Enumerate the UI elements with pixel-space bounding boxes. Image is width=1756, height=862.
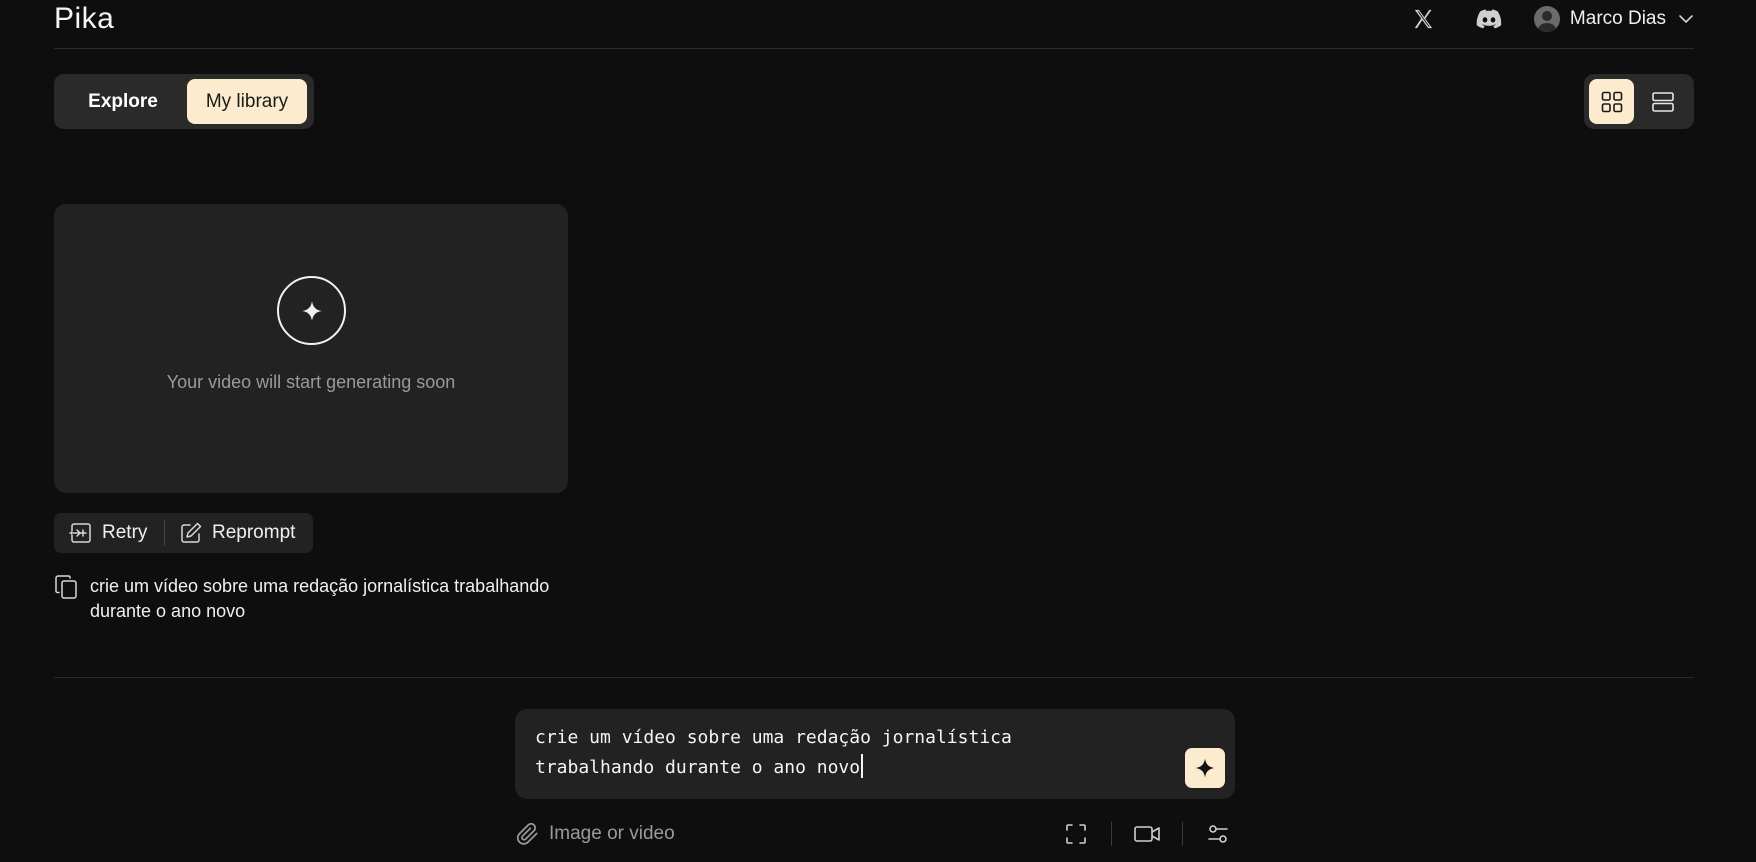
attach-media-label: Image or video — [549, 823, 675, 844]
section-divider — [54, 677, 1694, 678]
tool-separator — [1182, 822, 1183, 846]
settings-button[interactable] — [1201, 818, 1235, 850]
tool-separator — [1111, 822, 1112, 846]
top-header: Pika Marco Dias — [54, 0, 1694, 49]
card-actions: Retry Reprompt — [54, 513, 313, 553]
list-view-icon — [1651, 91, 1674, 112]
retry-icon — [69, 523, 91, 543]
tab-explore[interactable]: Explore — [59, 79, 187, 124]
retry-label: Retry — [102, 522, 148, 543]
prompt-row: crie um vídeo sobre uma redação jornalís… — [54, 574, 574, 624]
list-view-button[interactable] — [1640, 79, 1685, 124]
avatar — [1533, 6, 1560, 32]
chevron-down-icon — [1679, 15, 1693, 23]
prompt-text: crie um vídeo sobre uma redação jornalís… — [90, 576, 550, 621]
prompt-input[interactable]: crie um vídeo sobre uma redação jornalís… — [535, 723, 1135, 783]
generate-button[interactable] — [1185, 748, 1225, 788]
library-tabs: Explore My library — [54, 74, 314, 129]
prompt-input-value: crie um vídeo sobre uma redação jornalís… — [535, 727, 1012, 778]
discord-icon[interactable] — [1474, 4, 1504, 34]
copy-icon[interactable] — [54, 574, 90, 624]
aspect-ratio-icon — [1066, 824, 1086, 844]
aspect-ratio-button[interactable] — [1059, 818, 1093, 850]
attach-media-button[interactable]: Image or video — [515, 818, 675, 850]
camera-icon — [1134, 826, 1160, 842]
prompt-composer: crie um vídeo sobre uma redação jornalís… — [515, 709, 1235, 799]
tab-my-library[interactable]: My library — [187, 79, 307, 124]
composer-tools: Image or video — [515, 818, 1235, 850]
generation-status-text: Your video will start generating soon — [166, 372, 456, 392]
user-menu[interactable]: Marco Dias — [1533, 6, 1694, 32]
sparkle-icon — [1195, 758, 1215, 778]
grid-view-button[interactable] — [1589, 79, 1634, 124]
reprompt-button[interactable]: Reprompt — [179, 513, 295, 553]
settings-sliders-icon — [1208, 825, 1228, 843]
header-actions: Marco Dias — [1408, 0, 1694, 38]
reprompt-label: Reprompt — [212, 522, 296, 543]
x-icon[interactable] — [1408, 4, 1438, 34]
pika-logo[interactable]: Pika — [54, 2, 114, 36]
video-placeholder-card: Your video will start generating soon — [54, 204, 568, 493]
camera-button[interactable] — [1130, 818, 1164, 850]
text-caret — [861, 754, 864, 778]
retry-button[interactable]: Retry — [54, 513, 164, 553]
paperclip-icon — [516, 822, 538, 845]
edit-icon — [181, 522, 202, 543]
composer-tool-icons — [1059, 818, 1235, 850]
view-toggle — [1584, 74, 1694, 129]
user-name: Marco Dias — [1569, 8, 1666, 29]
grid-view-icon — [1601, 91, 1622, 112]
actions-divider — [164, 520, 165, 546]
sparkle-icon — [277, 276, 346, 345]
